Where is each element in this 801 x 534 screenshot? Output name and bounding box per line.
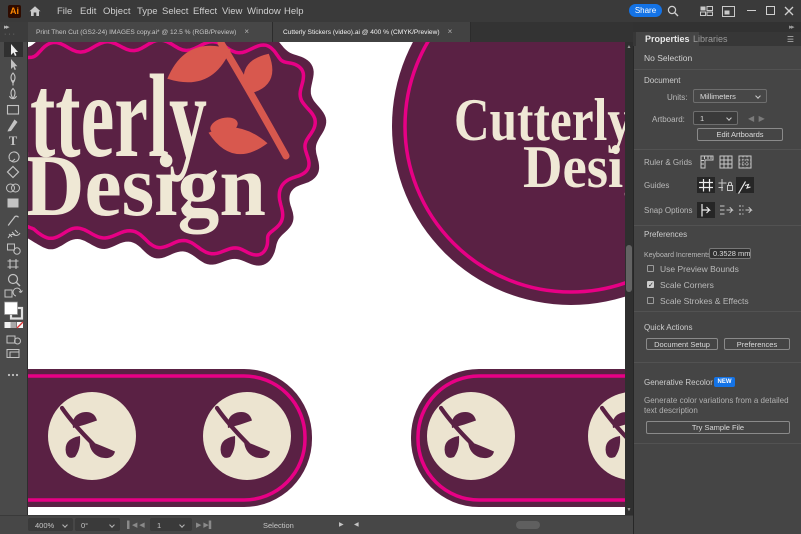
svg-text:Design: Design xyxy=(28,138,266,235)
svg-text:T: T xyxy=(9,134,18,148)
svg-text:Design: Design xyxy=(523,134,625,200)
